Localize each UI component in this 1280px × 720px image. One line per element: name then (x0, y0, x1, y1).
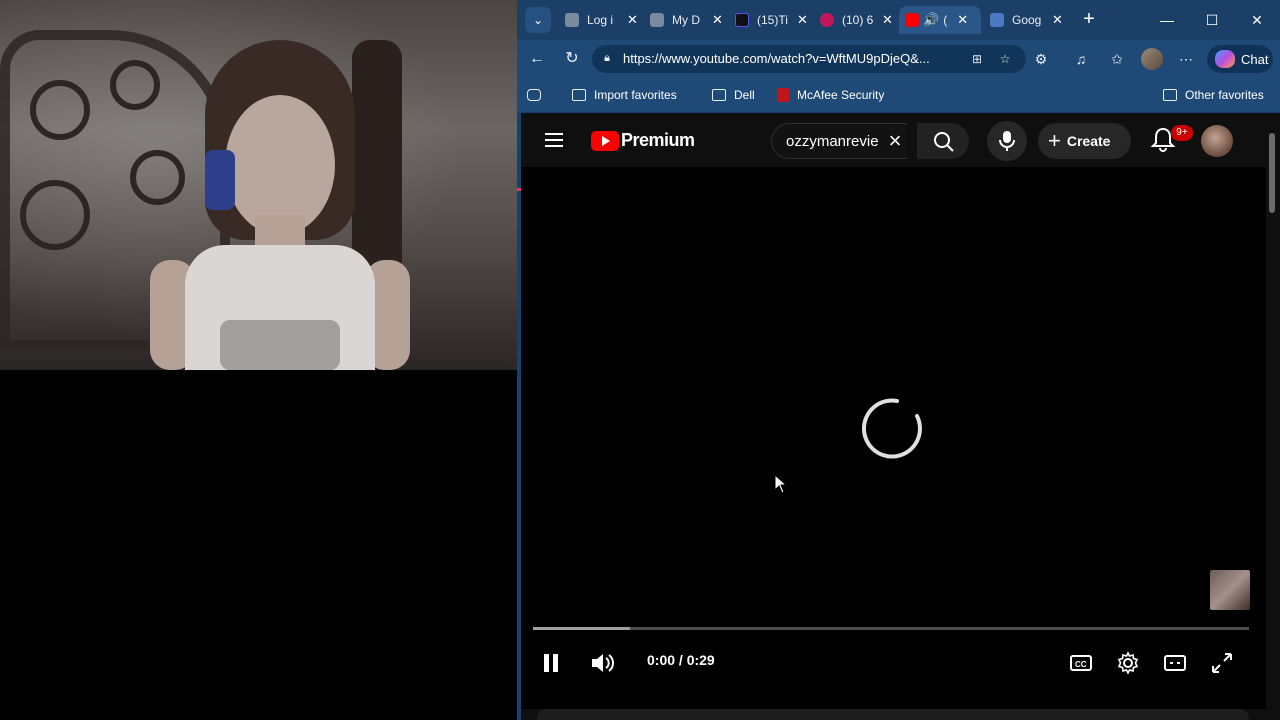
tab-tiktok[interactable]: (15)Ti ✕ (729, 6, 811, 34)
close-icon[interactable]: ✕ (957, 12, 968, 28)
captions-button[interactable]: CC (1063, 645, 1099, 681)
video-icon (820, 13, 834, 27)
close-window-button[interactable]: ✕ (1245, 8, 1269, 32)
url-field[interactable]: 🔒︎ https://www.youtube.com/watch?v=WftMU… (592, 45, 1026, 73)
menu-icon[interactable] (545, 129, 567, 151)
pause-icon (544, 654, 558, 672)
fullscreen-button[interactable] (1204, 645, 1240, 681)
import-icon (572, 89, 586, 101)
volume-button[interactable] (585, 645, 621, 681)
loading-spinner-icon (862, 398, 922, 459)
progress-bar[interactable] (533, 627, 1249, 630)
tiktok-icon (735, 13, 749, 27)
pause-button[interactable] (533, 645, 569, 681)
page-scrollbar[interactable] (1266, 113, 1280, 720)
tab-video[interactable]: (10) 6 ✕ (814, 6, 896, 34)
video-info-panel (537, 709, 1249, 720)
close-icon[interactable]: ✕ (882, 12, 893, 28)
copilot-chat-button[interactable]: Chat (1207, 45, 1273, 73)
other-favorites-folder[interactable]: Other favorites (1163, 86, 1264, 104)
favorites-bar: Import favorites Dell McAfee Security Ot… (517, 78, 1280, 191)
new-tab-button[interactable]: + (1077, 8, 1101, 32)
youtube-page: Premium ozzymanrevie × + Create 9+ 0:00 … (521, 113, 1266, 720)
screen: ⌄ Log i ✕ My D ✕ (15)Ti ✕ (10) 6 ✕ 🔊 (✕… (0, 0, 1280, 720)
person (150, 40, 410, 370)
favorites-toggle-icon[interactable] (527, 86, 541, 104)
fullscreen-icon (1212, 653, 1232, 673)
url-text[interactable]: https://www.youtube.com/watch?v=WftMU9pD… (623, 51, 930, 66)
mouse-cursor-icon (774, 474, 788, 494)
theater-mode-icon (1164, 655, 1186, 671)
pillow (205, 150, 235, 210)
time-display: 0:00 / 0:29 (647, 652, 715, 668)
clear-search-icon[interactable]: × (884, 130, 906, 152)
search-value[interactable]: ozzymanrevie (786, 133, 882, 150)
dell-folder[interactable]: Dell (712, 86, 755, 104)
page-icon (565, 13, 579, 27)
tab-youtube[interactable]: 🔊 ( ✕ (899, 6, 981, 34)
voice-search-button[interactable] (987, 121, 1027, 161)
tab-bar: ⌄ Log i ✕ My D ✕ (15)Ti ✕ (10) 6 ✕ 🔊 (✕… (517, 0, 1280, 40)
close-icon[interactable]: ✕ (1052, 12, 1063, 28)
mcafee-link[interactable]: McAfee Security (777, 86, 884, 104)
close-icon[interactable]: ✕ (797, 12, 808, 28)
notifications-badge: 9+ (1171, 125, 1193, 141)
more-options-icon[interactable]: ⋯ (1175, 48, 1197, 70)
search-icon (934, 132, 954, 152)
app-available-icon[interactable]: ⊞ (969, 51, 985, 67)
maximize-button[interactable]: ☐ (1200, 8, 1224, 32)
page-icon (650, 13, 664, 27)
lock-icon[interactable]: 🔒︎ (600, 51, 614, 65)
refresh-icon[interactable]: ↻ (561, 48, 583, 70)
theater-mode-button[interactable] (1157, 645, 1193, 681)
speaker-icon[interactable]: 🔊 (923, 12, 939, 28)
channel-watermark[interactable] (1210, 570, 1250, 610)
scrollbar-thumb[interactable] (1269, 133, 1275, 213)
favorites-icon[interactable]: ✩ (1106, 48, 1128, 70)
docs-icon (990, 13, 1004, 27)
copilot-icon (1215, 50, 1235, 68)
youtube-logo-icon[interactable] (591, 131, 619, 151)
webcam-feed (0, 0, 517, 370)
youtube-brand[interactable]: Premium (621, 130, 695, 151)
close-icon[interactable]: ✕ (712, 12, 723, 28)
profile-avatar[interactable] (1141, 48, 1163, 70)
tab-my-d[interactable]: My D ✕ (644, 6, 726, 34)
folder-icon (712, 89, 726, 101)
folder-icon (1163, 89, 1177, 101)
buffered-progress (533, 627, 630, 630)
back-arrow-icon[interactable]: ← (526, 48, 548, 70)
tab-log-in[interactable]: Log i ✕ (559, 6, 641, 34)
plus-icon: + (1048, 128, 1061, 153)
settings-button[interactable] (1110, 645, 1146, 681)
tab-google-docs[interactable]: Goog ✕ (984, 6, 1066, 34)
captions-icon: CC (1070, 655, 1092, 671)
minimize-button[interactable]: — (1155, 8, 1179, 32)
account-avatar[interactable] (1201, 125, 1233, 157)
favorite-star-icon[interactable]: ☆ (997, 51, 1013, 67)
video-player[interactable]: 0:00 / 0:29 CC (521, 167, 1266, 709)
search-input[interactable]: ozzymanrevie × (771, 123, 907, 159)
address-bar: ← ↻ 🔒︎ https://www.youtube.com/watch?v=W… (517, 40, 1280, 78)
tab-actions-menu[interactable]: ⌄ (525, 7, 551, 33)
gear-icon (1117, 651, 1139, 675)
import-favorites-link[interactable]: Import favorites (572, 86, 677, 104)
volume-icon (592, 654, 614, 672)
youtube-header: Premium ozzymanrevie × + Create 9+ (521, 113, 1266, 167)
create-button[interactable]: + Create (1038, 123, 1131, 159)
extensions-icon[interactable]: ⚙ (1030, 48, 1052, 70)
browser-window: ⌄ Log i ✕ My D ✕ (15)Ti ✕ (10) 6 ✕ 🔊 (✕… (517, 0, 1280, 720)
media-icon[interactable]: ♫ (1070, 48, 1092, 70)
close-icon[interactable]: ✕ (627, 12, 638, 28)
youtube-icon (905, 13, 919, 27)
mcafee-icon (777, 88, 789, 102)
search-button[interactable] (917, 123, 969, 159)
svg-text:CC: CC (1075, 660, 1087, 669)
microphone-icon (999, 131, 1015, 151)
